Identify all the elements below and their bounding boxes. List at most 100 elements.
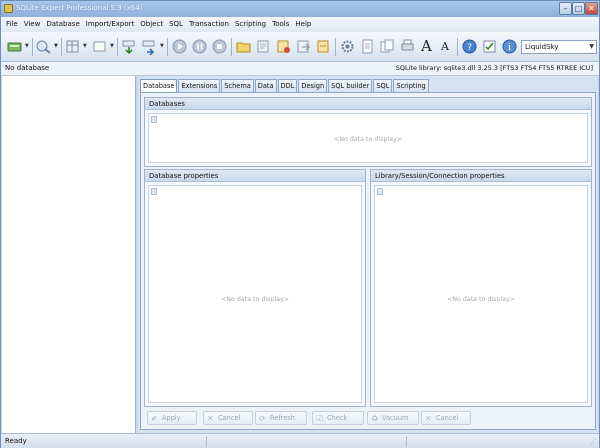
current-database-label: No database bbox=[5, 64, 50, 72]
decrease-font-icon[interactable]: A bbox=[441, 40, 449, 53]
toolbar-separator bbox=[457, 38, 458, 56]
databases-empty-text: <No data to display> bbox=[334, 136, 402, 143]
increase-font-icon[interactable]: A bbox=[421, 37, 432, 55]
commit-icon[interactable] bbox=[121, 38, 138, 55]
skin-select-value: LiquidSky bbox=[525, 43, 559, 51]
delete-script-icon[interactable] bbox=[275, 38, 292, 55]
svg-text:?: ? bbox=[467, 43, 472, 53]
run-icon[interactable] bbox=[171, 38, 188, 55]
tab-sql[interactable]: SQL bbox=[373, 79, 393, 92]
options-checklist-icon[interactable] bbox=[481, 38, 498, 55]
grid-corner[interactable] bbox=[151, 188, 157, 195]
minimize-button[interactable]: – bbox=[559, 2, 572, 15]
tab-database[interactable]: Database bbox=[140, 79, 178, 92]
database-properties-empty-text: <No data to display> bbox=[221, 296, 289, 303]
attach-database-icon[interactable] bbox=[35, 38, 52, 55]
export-script-icon[interactable] bbox=[295, 38, 312, 55]
import-script-icon[interactable] bbox=[315, 38, 332, 55]
dropdown-arrow-icon[interactable]: ▼ bbox=[160, 43, 165, 49]
library-properties-title: Library/Session/Connection properties bbox=[371, 170, 591, 182]
menu-tools[interactable]: Tools bbox=[269, 17, 292, 32]
menu-database[interactable]: Database bbox=[43, 17, 82, 32]
databases-panel-title: Databases bbox=[145, 98, 591, 110]
cancel-vacuum-button[interactable]: ✕ Cancel bbox=[421, 411, 471, 425]
dropdown-arrow-icon[interactable]: ▼ bbox=[110, 43, 115, 49]
database-properties-grid[interactable]: <No data to display> bbox=[148, 185, 362, 403]
menu-sql[interactable]: SQL bbox=[166, 17, 186, 32]
menu-help[interactable]: Help bbox=[292, 17, 314, 32]
toolbar-separator bbox=[61, 38, 62, 56]
pause-icon[interactable] bbox=[191, 38, 208, 55]
database-properties-panel: Database properties <No data to display> bbox=[144, 169, 366, 407]
tab-sql-builder[interactable]: SQL builder bbox=[328, 79, 373, 92]
tab-ddl[interactable]: DDL bbox=[277, 79, 298, 92]
resize-grip-icon[interactable]: ⋰ bbox=[590, 438, 597, 446]
menu-transaction[interactable]: Transaction bbox=[186, 17, 232, 32]
menu-import-export[interactable]: Import/Export bbox=[83, 17, 138, 32]
library-properties-grid[interactable]: <No data to display> bbox=[374, 185, 588, 403]
cross-icon: ✕ bbox=[207, 414, 214, 423]
menu-bar: File View Database Import/Export Object … bbox=[1, 17, 599, 32]
close-button[interactable]: ✕ bbox=[585, 2, 598, 15]
menu-file[interactable]: File bbox=[3, 17, 21, 32]
tab-scripting[interactable]: Scripting bbox=[393, 79, 429, 92]
toolbar: ▼ ▼ ▼ ▼ ▼ A A ? i LiquidSky ▼ bbox=[1, 32, 599, 62]
database-tab-page: Databases <No data to display> Database … bbox=[140, 92, 596, 430]
document-icon[interactable] bbox=[359, 38, 376, 55]
new-table-icon[interactable] bbox=[64, 38, 81, 55]
svg-text:i: i bbox=[508, 43, 511, 53]
tab-strip: Database Extensions Schema Data DDL Desi… bbox=[140, 79, 430, 92]
menu-object[interactable]: Object bbox=[137, 17, 166, 32]
print-icon[interactable] bbox=[399, 38, 416, 55]
chevron-down-icon[interactable]: ▼ bbox=[589, 41, 594, 53]
tab-design[interactable]: Design bbox=[298, 79, 328, 92]
menu-scripting[interactable]: Scripting bbox=[232, 17, 269, 32]
settings-gear-icon[interactable] bbox=[339, 38, 356, 55]
open-database-icon[interactable] bbox=[6, 38, 23, 55]
check-icon: ✔ bbox=[151, 414, 158, 423]
info-bar: No database SQLite library: sqlite3.dll … bbox=[1, 62, 599, 76]
dropdown-arrow-icon[interactable]: ▼ bbox=[25, 43, 30, 49]
folder-icon[interactable] bbox=[235, 38, 252, 55]
tab-extensions[interactable]: Extensions bbox=[178, 79, 221, 92]
window-title: SQLite Expert Professional 5.3 (x64) bbox=[16, 4, 143, 12]
database-properties-title: Database properties bbox=[145, 170, 365, 182]
help-icon[interactable]: ? bbox=[461, 38, 478, 55]
script-icon[interactable] bbox=[255, 38, 272, 55]
apply-button[interactable]: ✔ Apply bbox=[147, 411, 197, 425]
check-button[interactable]: ☑ Check bbox=[312, 411, 364, 425]
dropdown-arrow-icon[interactable]: ▼ bbox=[54, 43, 59, 49]
database-tree[interactable] bbox=[2, 76, 136, 433]
maximize-button[interactable]: □ bbox=[572, 2, 585, 15]
status-bar: Ready ⋰ bbox=[1, 433, 599, 448]
vacuum-button[interactable]: ♻ Vacuum bbox=[367, 411, 419, 425]
toolbar-separator bbox=[335, 38, 336, 56]
tab-data[interactable]: Data bbox=[254, 79, 277, 92]
sqlite-library-label: SQLite library: sqlite3.dll 3.25.3 [FTS3… bbox=[395, 64, 593, 72]
stop-icon[interactable] bbox=[211, 38, 228, 55]
dropdown-arrow-icon[interactable]: ▼ bbox=[83, 43, 88, 49]
toolbar-separator bbox=[167, 38, 168, 56]
grid-corner[interactable] bbox=[151, 116, 157, 123]
status-separator bbox=[406, 436, 407, 447]
toolbar-separator bbox=[117, 38, 118, 56]
cross-icon: ✕ bbox=[425, 414, 432, 423]
toolbar-separator bbox=[231, 38, 232, 56]
tab-schema[interactable]: Schema bbox=[221, 79, 254, 92]
checkbox-icon: ☑ bbox=[316, 414, 324, 423]
library-properties-empty-text: <No data to display> bbox=[447, 296, 515, 303]
skin-select[interactable]: LiquidSky ▼ bbox=[521, 40, 597, 54]
databases-grid[interactable]: <No data to display> bbox=[148, 113, 588, 163]
new-object-icon[interactable] bbox=[91, 38, 108, 55]
databases-panel: Databases <No data to display> bbox=[144, 97, 592, 167]
copy-document-icon[interactable] bbox=[379, 38, 396, 55]
info-icon[interactable]: i bbox=[501, 38, 518, 55]
status-text: Ready bbox=[5, 437, 27, 445]
menu-view[interactable]: View bbox=[21, 17, 44, 32]
rollback-icon[interactable] bbox=[141, 38, 158, 56]
title-bar[interactable]: SQLite Expert Professional 5.3 (x64) – □… bbox=[1, 1, 599, 17]
refresh-button[interactable]: ⟳ Refresh bbox=[255, 411, 307, 425]
vacuum-icon: ♻ bbox=[371, 414, 379, 423]
cancel-button[interactable]: ✕ Cancel bbox=[203, 411, 253, 425]
grid-corner[interactable] bbox=[377, 188, 383, 195]
